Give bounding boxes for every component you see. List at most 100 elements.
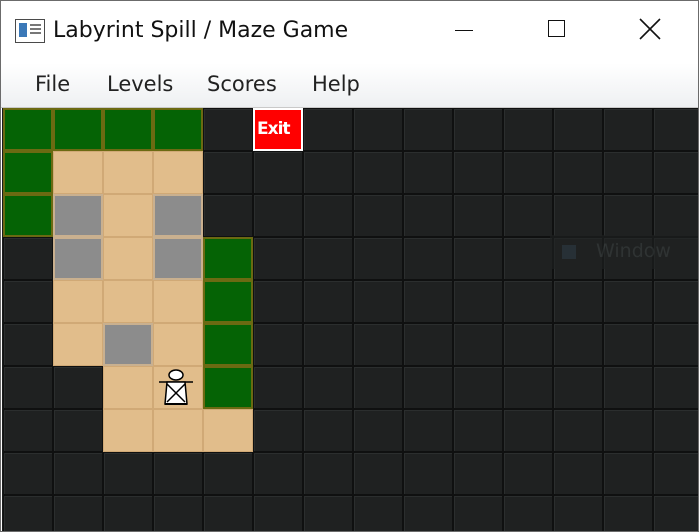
tile-dark-floor	[353, 194, 403, 237]
tile-dark-floor	[503, 452, 553, 495]
tile-dark-floor	[453, 194, 503, 237]
tile-dark-floor	[303, 409, 353, 452]
tile-dark-floor	[553, 194, 603, 237]
close-icon	[639, 18, 661, 40]
menu-file[interactable]: File	[35, 72, 70, 96]
tile-dark-floor	[303, 237, 353, 280]
tile-dark-floor	[603, 323, 653, 366]
tile-dark-floor	[53, 409, 103, 452]
tile-dark-floor	[403, 323, 453, 366]
tile-grass	[53, 108, 103, 151]
tile-grass	[203, 323, 253, 366]
tile-dark-floor	[203, 151, 253, 194]
window-title: Labyrint Spill / Maze Game	[53, 18, 349, 43]
player-sprite	[156, 366, 200, 413]
tile-dark-floor	[653, 151, 698, 194]
tile-sand	[103, 366, 153, 409]
maze-board[interactable]: Exit Window	[2, 108, 698, 531]
tile-dark-floor	[403, 280, 453, 323]
minimize-button[interactable]	[441, 1, 487, 61]
tile-dark-floor	[553, 366, 603, 409]
tile-sand	[53, 151, 103, 194]
tile-dark-floor	[353, 323, 403, 366]
tile-dark-floor	[253, 452, 303, 495]
tile-stone	[103, 323, 153, 366]
tile-dark-floor	[403, 151, 453, 194]
tile-dark-floor	[303, 366, 353, 409]
minimize-icon	[455, 30, 473, 31]
tile-dark-floor	[603, 452, 653, 495]
tile-dark-floor	[553, 495, 603, 531]
tile-dark-floor	[603, 366, 653, 409]
tile-sand	[53, 323, 103, 366]
menu-help[interactable]: Help	[312, 72, 360, 96]
tile-dark-floor	[503, 237, 553, 280]
tile-dark-floor	[103, 495, 153, 531]
tile-sand	[103, 280, 153, 323]
tile-dark-floor	[553, 151, 603, 194]
tile-grass	[203, 366, 253, 409]
tile-dark-floor	[3, 366, 53, 409]
tile-stone	[153, 194, 203, 237]
exit-tile: Exit	[253, 108, 303, 151]
tile-sand	[103, 409, 153, 452]
tile-dark-floor	[153, 452, 203, 495]
tile-dark-floor	[303, 323, 353, 366]
tile-dark-floor	[253, 366, 303, 409]
tile-dark-floor	[653, 194, 698, 237]
title-bar[interactable]: Labyrint Spill / Maze Game	[1, 1, 698, 61]
tile-dark-floor	[303, 194, 353, 237]
tile-dark-floor	[253, 323, 303, 366]
menu-scores[interactable]: Scores	[207, 72, 277, 96]
tile-dark-floor	[553, 452, 603, 495]
tile-grass	[103, 108, 153, 151]
tile-dark-floor	[653, 495, 698, 531]
tile-sand	[103, 194, 153, 237]
tile-dark-floor	[653, 366, 698, 409]
tile-grass	[153, 108, 203, 151]
tile-dark-floor	[503, 495, 553, 531]
menu-levels[interactable]: Levels	[107, 72, 173, 96]
tile-dark-floor	[303, 452, 353, 495]
tile-dark-floor	[603, 194, 653, 237]
tile-dark-floor	[453, 452, 503, 495]
tile-sand	[153, 323, 203, 366]
tile-dark-floor	[203, 452, 253, 495]
tile-dark-floor	[453, 409, 503, 452]
tile-dark-floor	[403, 366, 453, 409]
tile-dark-floor	[453, 108, 503, 151]
tile-dark-floor	[503, 366, 553, 409]
tile-dark-floor	[403, 108, 453, 151]
tile-grass	[203, 237, 253, 280]
tile-dark-floor	[353, 495, 403, 531]
tile-dark-floor	[603, 108, 653, 151]
tile-dark-floor	[503, 409, 553, 452]
tile-dark-floor	[353, 108, 403, 151]
close-button[interactable]	[627, 1, 673, 61]
tile-dark-floor	[203, 495, 253, 531]
tile-dark-floor	[253, 237, 303, 280]
tile-dark-floor	[603, 409, 653, 452]
tile-dark-floor	[503, 280, 553, 323]
tile-dark-floor	[253, 495, 303, 531]
tile-dark-floor	[203, 194, 253, 237]
tile-dark-floor	[553, 323, 603, 366]
tile-dark-floor	[653, 108, 698, 151]
maximize-button[interactable]	[534, 1, 580, 61]
tile-dark-floor	[253, 194, 303, 237]
tile-dark-floor	[553, 280, 603, 323]
tile-grass	[3, 151, 53, 194]
tile-dark-floor	[303, 495, 353, 531]
tile-sand	[103, 237, 153, 280]
tile-dark-floor	[603, 280, 653, 323]
tile-dark-floor	[653, 280, 698, 323]
tile-dark-floor	[353, 280, 403, 323]
tile-dark-floor	[653, 409, 698, 452]
tile-dark-floor	[503, 323, 553, 366]
tile-sand	[153, 280, 203, 323]
tile-dark-floor	[3, 452, 53, 495]
app-icon[interactable]	[15, 19, 45, 43]
tile-sand	[153, 409, 203, 452]
tile-sand	[203, 409, 253, 452]
tile-dark-floor	[503, 194, 553, 237]
